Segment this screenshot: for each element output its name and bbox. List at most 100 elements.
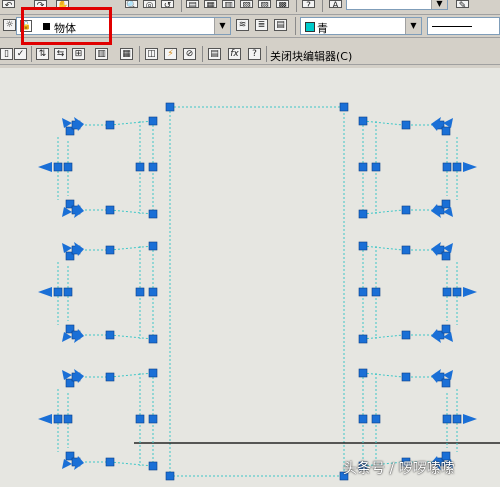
pan-icon[interactable]: ✋ (56, 0, 69, 8)
grip-square (148, 414, 158, 424)
grip-square (63, 162, 73, 172)
watermark: 头条号 / 啰啰嗦嗦 (343, 461, 455, 477)
grip-square (371, 287, 381, 297)
dashed-line (109, 461, 154, 467)
flip-arrow-grip (62, 207, 72, 217)
grip-square (358, 116, 368, 126)
flip-arrow-grip (62, 459, 72, 469)
help-icon[interactable]: ? (302, 0, 315, 8)
grip-square (105, 372, 115, 382)
grip-square (442, 287, 452, 297)
pencil-icon[interactable]: ✎ (456, 0, 469, 8)
color-select[interactable]: 青 ▼ (300, 17, 422, 35)
grip-square (441, 199, 451, 209)
flip-arrow-grip (62, 243, 72, 253)
close-block-editor-button[interactable]: 关闭块编辑器(C) (270, 48, 352, 64)
grip-square (148, 368, 158, 378)
flip-arrow-grip (463, 162, 477, 172)
tool-palettes-icon[interactable]: ▥ (222, 0, 235, 8)
grip-square (148, 241, 158, 251)
grip-square (371, 414, 381, 424)
dashed-line (362, 209, 404, 215)
grip-square (401, 372, 411, 382)
grip-square (105, 120, 115, 130)
help-icon[interactable]: ? (248, 48, 261, 60)
grip-square (401, 330, 411, 340)
grip-square (148, 334, 158, 344)
function-icon[interactable]: fx (228, 48, 241, 60)
block-attribute-icon[interactable]: ▥ (95, 48, 108, 60)
grip-square (358, 368, 368, 378)
block-table-icon[interactable]: ▦ (120, 48, 133, 60)
grip-square (63, 414, 73, 424)
layer-on-icon[interactable]: ☼ (3, 19, 16, 31)
design-center-icon[interactable]: ▦ (204, 0, 217, 8)
grip-square (148, 209, 158, 219)
grip-square (358, 414, 368, 424)
make-layer-current-icon[interactable]: ≋ (236, 19, 249, 31)
grip-square (105, 330, 115, 340)
edit-block-icon[interactable]: ▯ (0, 48, 13, 60)
toolbar-separator (295, 17, 296, 35)
block-authoring-icon[interactable]: ⇆ (54, 48, 67, 60)
block-save-as-icon[interactable]: ⇅ (36, 48, 49, 60)
grip-square (53, 162, 63, 172)
grip-square (148, 287, 158, 297)
define-attribute-icon[interactable]: ▤ (208, 48, 221, 60)
chevron-down-icon[interactable]: ▼ (405, 18, 421, 34)
lightning-icon[interactable]: ⚡ (164, 48, 177, 60)
toolbar-separator (139, 46, 140, 62)
markup-icon[interactable]: ▨ (258, 0, 271, 8)
chevron-down-icon[interactable]: ▼ (214, 18, 230, 34)
grip-square (135, 414, 145, 424)
save-block-icon[interactable]: ✓ (14, 48, 27, 60)
layers-toolbar: ☼ 🔓 物体 ▼ ≋ ≣ ▤ 青 ▼ (0, 15, 500, 38)
drawing-canvas[interactable] (0, 68, 500, 487)
visibility-states-icon[interactable]: ◫ (145, 48, 158, 60)
grip-square (441, 126, 451, 136)
layer-previous-icon[interactable]: ≣ (255, 19, 268, 31)
properties-icon[interactable]: ▤ (186, 0, 199, 8)
flip-arrow-grip (62, 332, 72, 342)
update-icon[interactable]: ⊘ (183, 48, 196, 60)
flip-arrow-grip (443, 332, 453, 342)
color-swatch (305, 22, 315, 32)
text-style-icon[interactable]: A (329, 0, 342, 8)
standard-toolbar: ↶ ↷ ✋ 🔍 ◎ ↺ ▤ ▦ ▥ ▧ ▨ ▩ ? A ▼ ✎ (0, 0, 500, 15)
dashed-line (109, 372, 154, 378)
block-parameter-icon[interactable]: ⊞ (72, 48, 85, 60)
grip-square (401, 245, 411, 255)
zoom-realtime-icon[interactable]: 🔍 (125, 0, 138, 8)
grip-square (53, 414, 63, 424)
redo-icon[interactable]: ↷ (34, 0, 47, 8)
flip-arrow-grip (443, 370, 453, 380)
zoom-previous-icon[interactable]: ↺ (161, 0, 174, 8)
toolbar-separator (181, 0, 182, 12)
grip-square (358, 209, 368, 219)
calculator-icon[interactable]: ▩ (276, 0, 289, 8)
dashed-line (362, 334, 404, 340)
layer-select[interactable]: 🔓 物体 ▼ (16, 17, 231, 35)
grip-square (442, 162, 452, 172)
dashed-line (109, 120, 154, 126)
linetype-select[interactable] (427, 17, 500, 35)
dashed-line (362, 372, 404, 378)
layer-unlock-icon: 🔓 (20, 20, 32, 32)
layer-states-icon[interactable]: ▤ (274, 19, 287, 31)
grip-square (441, 251, 451, 261)
flip-arrow-grip (62, 118, 72, 128)
chevron-down-icon: ▼ (431, 0, 447, 9)
sheet-set-icon[interactable]: ▧ (240, 0, 253, 8)
grip-square (358, 334, 368, 344)
zoom-window-icon[interactable]: ◎ (143, 0, 156, 8)
toolbar-separator (296, 0, 297, 12)
grip-square (105, 457, 115, 467)
toolbar-separator (322, 0, 323, 12)
grip-square (105, 245, 115, 255)
grip-square (358, 162, 368, 172)
toolbar-separator (31, 46, 32, 62)
grip-square (401, 205, 411, 215)
flip-arrow-grip (443, 243, 453, 253)
undo-icon[interactable]: ↶ (2, 0, 15, 8)
text-style-select[interactable]: ▼ (346, 0, 448, 10)
